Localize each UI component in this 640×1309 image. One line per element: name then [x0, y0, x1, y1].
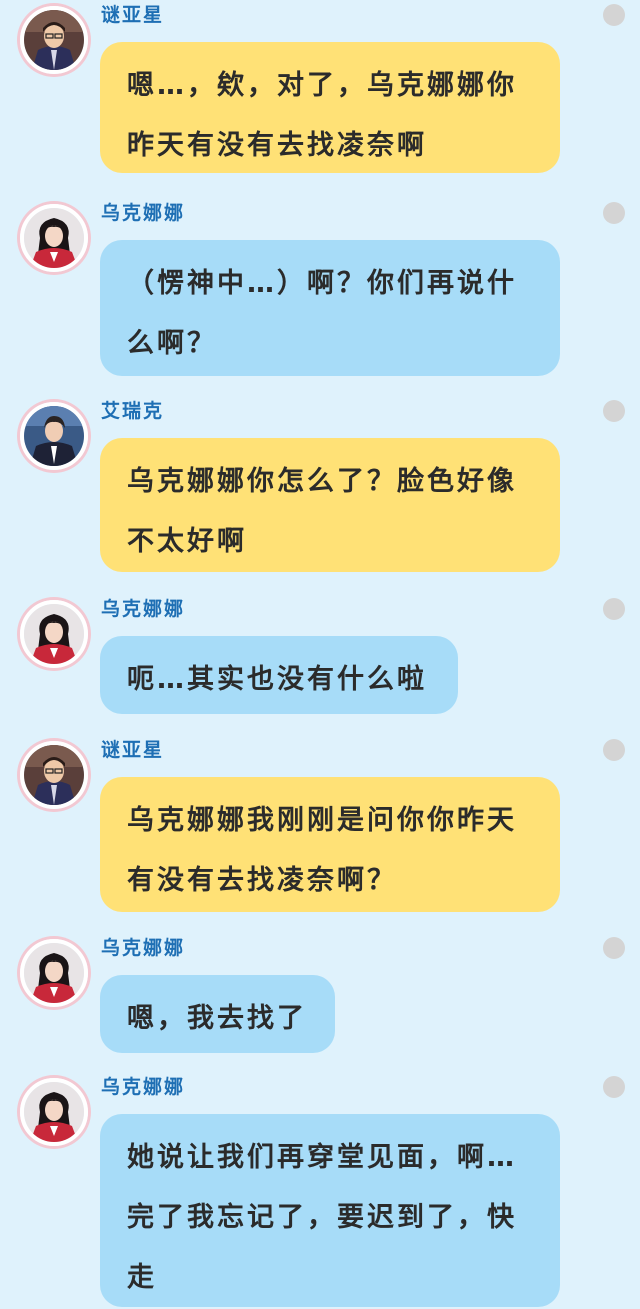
sender-name: 乌克娜娜 — [101, 202, 186, 224]
message-bubble[interactable]: （愣神中…）啊？你们再说什么啊？ — [100, 240, 560, 376]
status-dot — [603, 937, 625, 959]
sender-name: 谜亚星 — [101, 739, 165, 761]
message-bubble[interactable]: 呃…其实也没有什么啦 — [100, 636, 458, 714]
girl-red-uniform-avatar-icon[interactable] — [20, 204, 88, 272]
sender-name: 乌克娜娜 — [101, 1076, 186, 1098]
girl-red-uniform-avatar-icon[interactable] — [20, 600, 88, 668]
boy-dark-uniform-avatar-icon[interactable] — [20, 402, 88, 470]
status-dot — [603, 739, 625, 761]
girl-red-uniform-avatar-icon[interactable] — [20, 1078, 88, 1146]
message-bubble[interactable]: 乌克娜娜我刚刚是问你你昨天有没有去找凌奈啊？ — [100, 777, 560, 912]
message-bubble[interactable]: 乌克娜娜你怎么了？脸色好像不太好啊 — [100, 438, 560, 572]
status-dot — [603, 400, 625, 422]
status-dot — [603, 4, 625, 26]
message-bubble[interactable]: 她说让我们再穿堂见面，啊…完了我忘记了，要迟到了，快走 — [100, 1114, 560, 1307]
sender-name: 谜亚星 — [101, 4, 165, 26]
chat-thread: 谜亚星 嗯…，欸，对了，乌克娜娜你昨天有没有去找凌奈啊 乌克娜娜 （愣神中…）啊… — [0, 0, 640, 1309]
status-dot — [603, 202, 625, 224]
status-dot — [603, 1076, 625, 1098]
message-bubble[interactable]: 嗯，我去找了 — [100, 975, 335, 1053]
status-dot — [603, 598, 625, 620]
sender-name: 艾瑞克 — [101, 400, 165, 422]
girl-red-uniform-avatar-icon[interactable] — [20, 939, 88, 1007]
boy-glasses-avatar-icon[interactable] — [20, 6, 88, 74]
sender-name: 乌克娜娜 — [101, 598, 186, 620]
boy-glasses-avatar-icon[interactable] — [20, 741, 88, 809]
sender-name: 乌克娜娜 — [101, 937, 186, 959]
message-bubble[interactable]: 嗯…，欸，对了，乌克娜娜你昨天有没有去找凌奈啊 — [100, 42, 560, 173]
